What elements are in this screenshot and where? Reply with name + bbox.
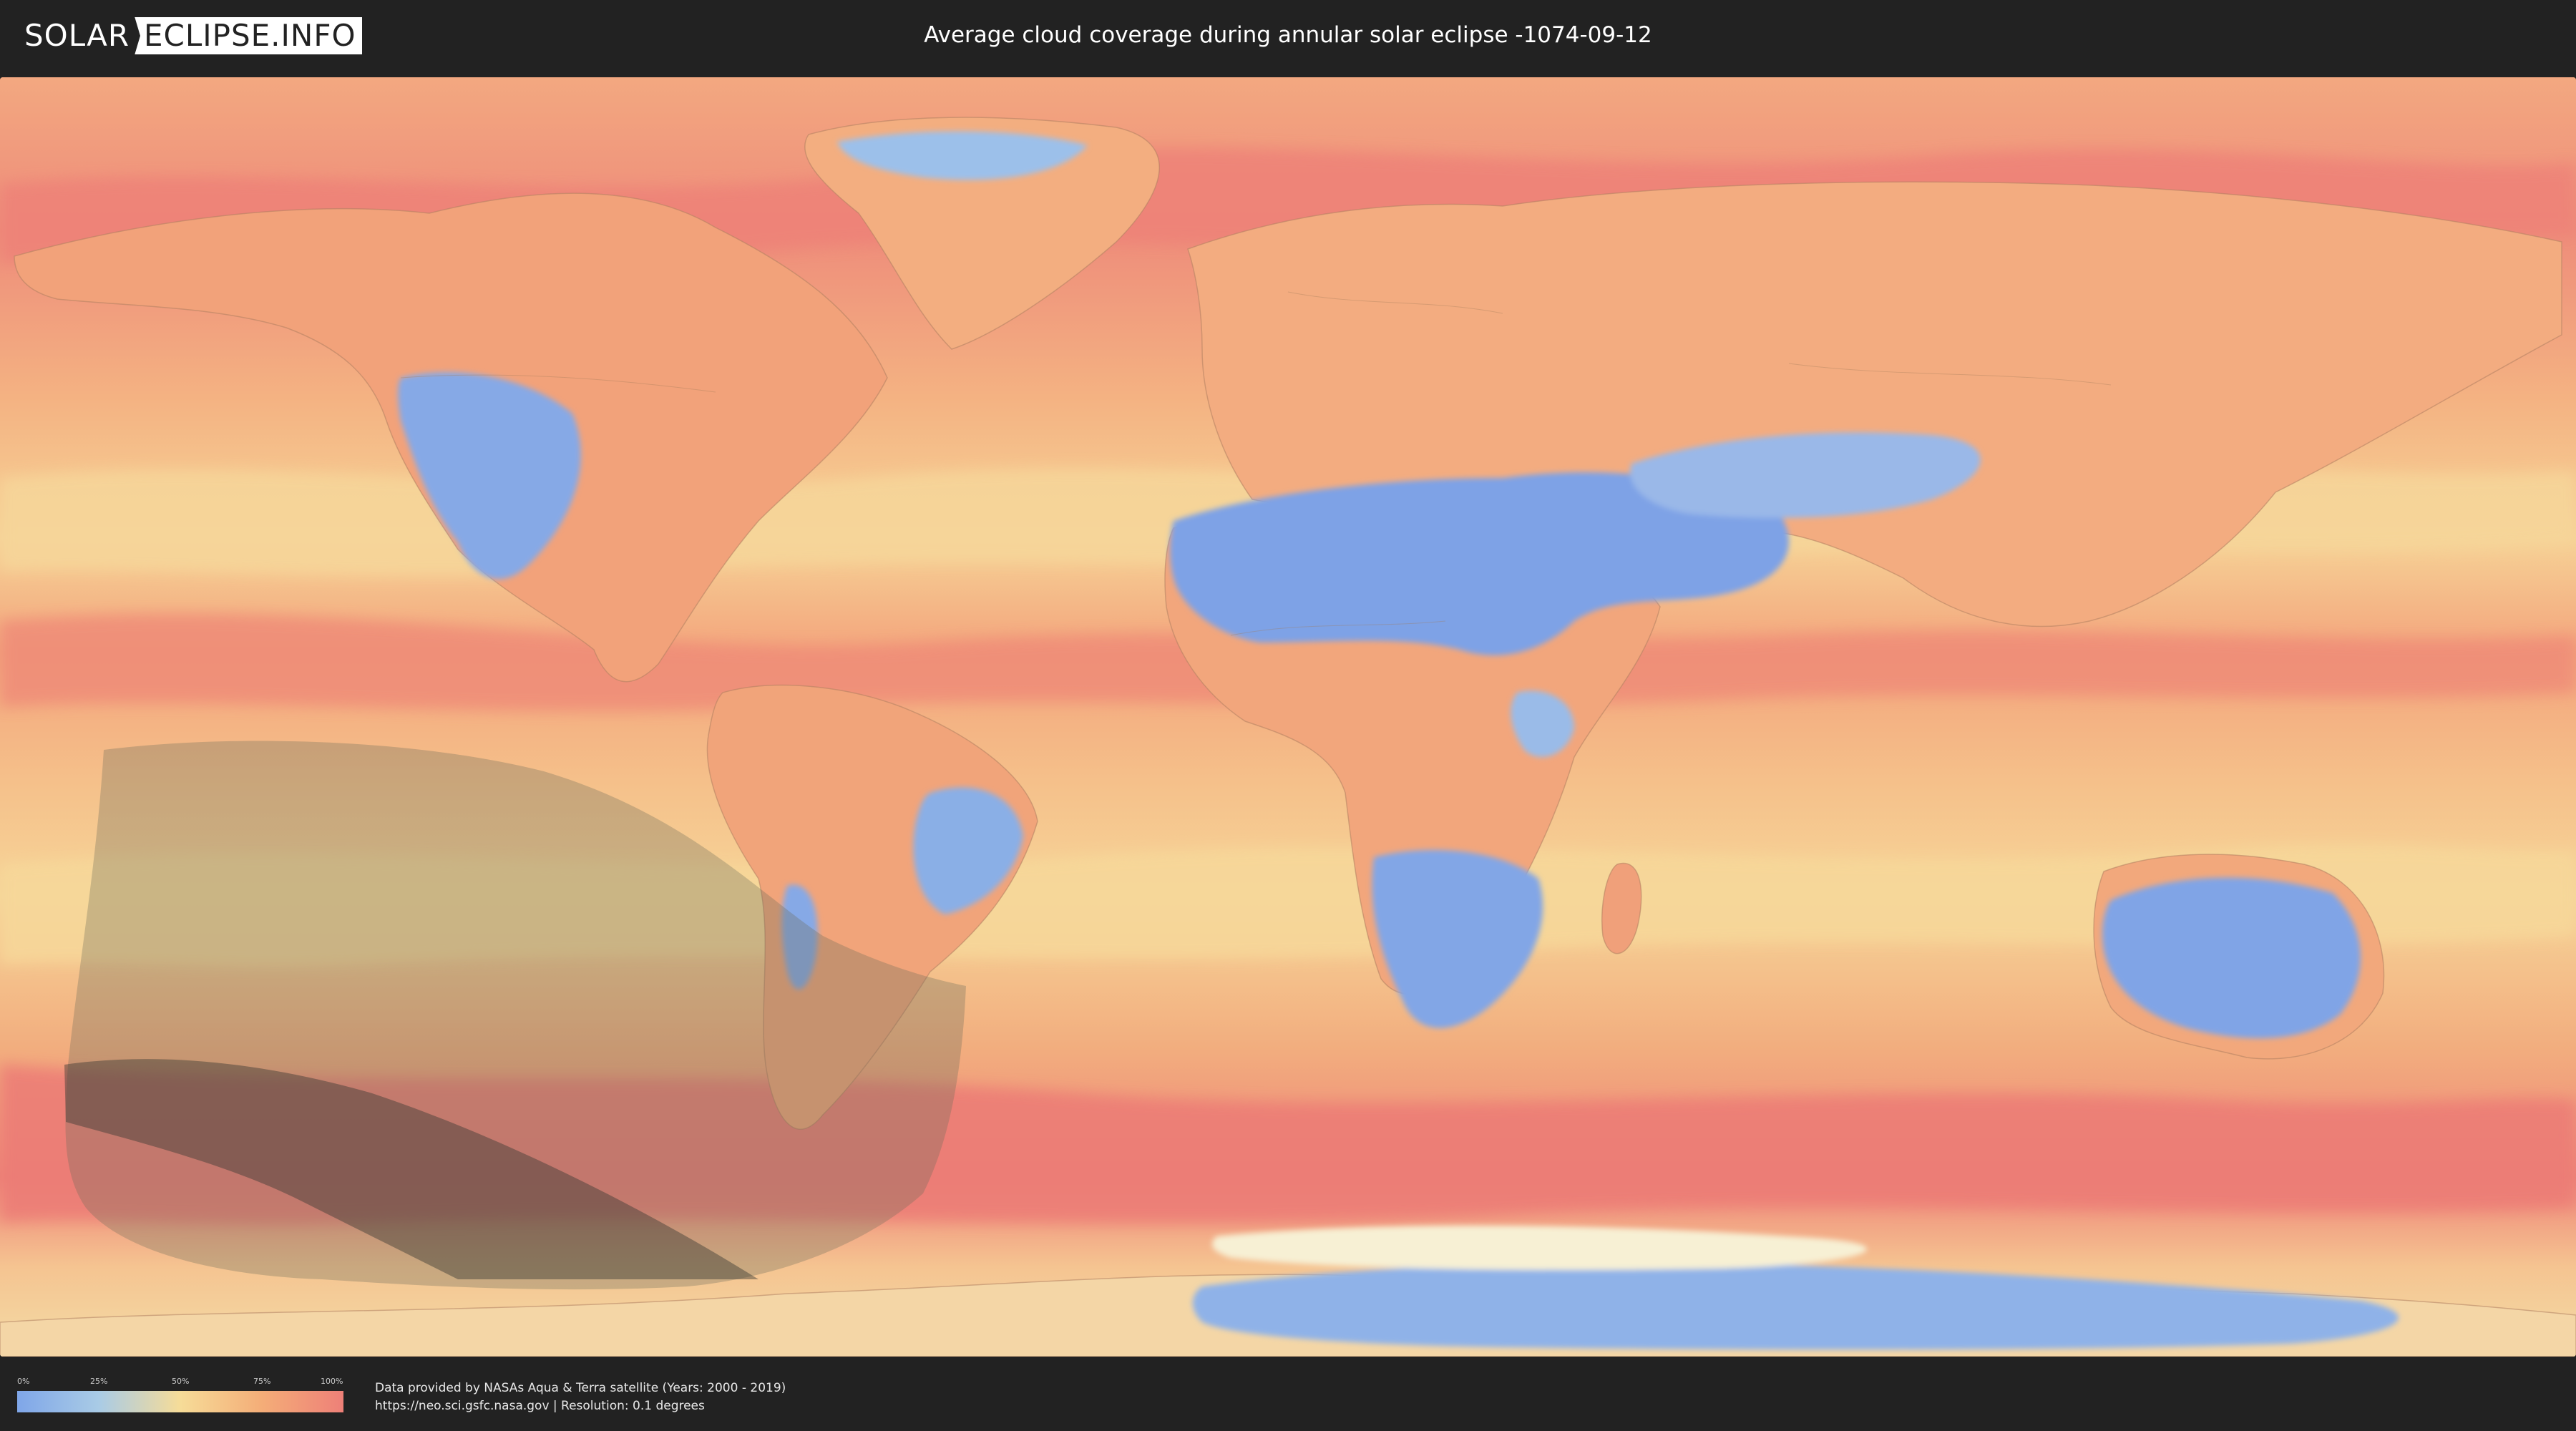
- legend-tick-25: 25%: [90, 1377, 108, 1386]
- footer-bar: 0% 25% 50% 75% 100% Data provided by NAS…: [0, 1359, 2576, 1431]
- credits-line-2: https://neo.sci.gsfc.nasa.gov | Resoluti…: [375, 1399, 705, 1413]
- map-svg: [0, 77, 2576, 1357]
- cloud-coverage-legend: 0% 25% 50% 75% 100%: [17, 1377, 343, 1412]
- data-credits: Data provided by NASAs Aqua & Terra sate…: [375, 1379, 786, 1415]
- credits-line-1: Data provided by NASAs Aqua & Terra sate…: [375, 1381, 786, 1395]
- header-bar: SOLAR ECLIPSE.INFO Average cloud coverag…: [0, 0, 2576, 72]
- legend-ticks: 0% 25% 50% 75% 100%: [17, 1377, 343, 1388]
- legend-tick-75: 75%: [253, 1377, 271, 1386]
- legend-tick-0: 0%: [17, 1377, 30, 1386]
- page-title: Average cloud coverage during annular so…: [924, 22, 1652, 48]
- legend-tick-100: 100%: [321, 1377, 343, 1386]
- legend-color-bar: [17, 1391, 343, 1412]
- cloud-coverage-map: [0, 77, 2576, 1357]
- legend-tick-50: 50%: [172, 1377, 190, 1386]
